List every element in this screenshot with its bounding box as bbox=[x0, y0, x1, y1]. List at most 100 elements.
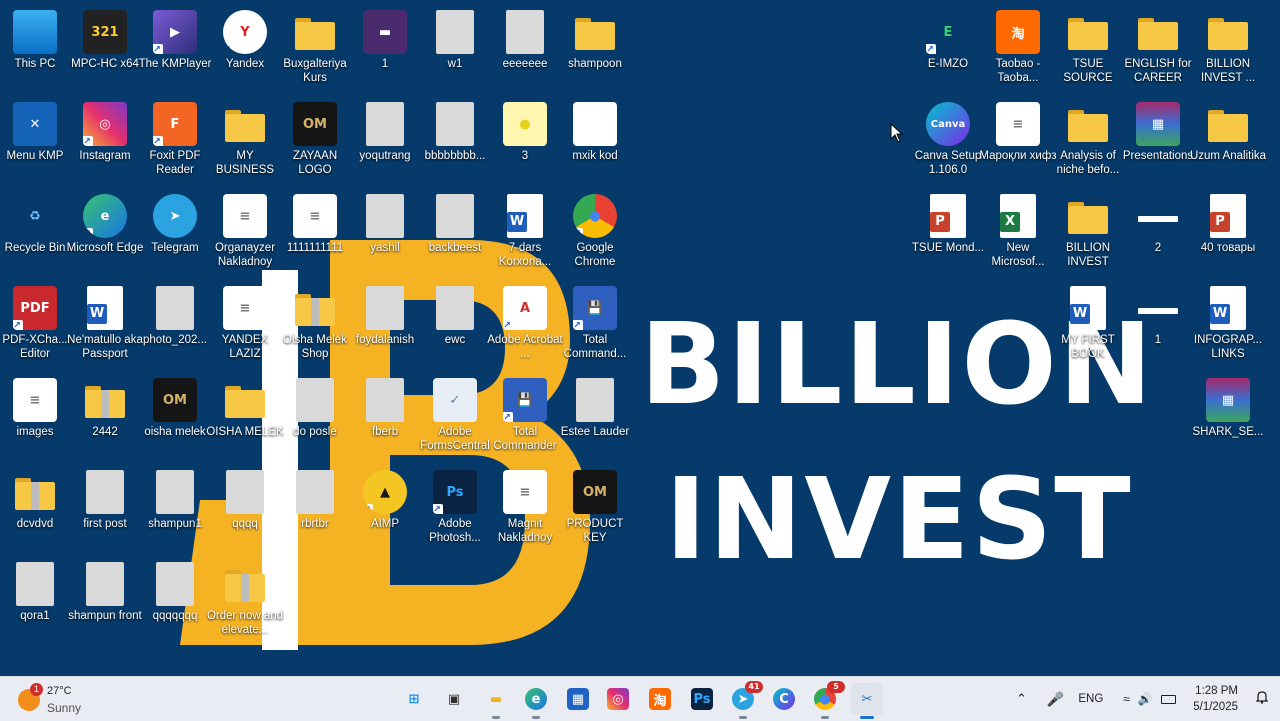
folder-icon bbox=[1206, 102, 1250, 146]
desktop-icon-total-command[interactable]: 💾 ↗ Total Command... bbox=[560, 280, 630, 372]
wifi-icon[interactable]: ≈ bbox=[1123, 692, 1130, 706]
desktop-icon-total-commander[interactable]: 💾 ↗ Total Commander bbox=[490, 372, 560, 464]
desktop-icon-magnit-nakladnoy[interactable]: ≡ Magnit Nakladnoy bbox=[490, 464, 560, 556]
desktop-icon-1111111111[interactable]: ≡ 1111111111 bbox=[280, 188, 350, 280]
desktop-icon-organayzer-nakladnoy[interactable]: ≡ Organayzer Nakladnoy bbox=[210, 188, 280, 280]
desktop-icon-this-pc[interactable]: This PC bbox=[0, 4, 70, 96]
desktop-icon-qqqq[interactable]: qqqq bbox=[210, 464, 280, 556]
desktop-icon-uzum-analitika[interactable]: Uzum Analitika bbox=[1190, 96, 1266, 188]
desktop-icon-eeeeeee[interactable]: eeeeeee bbox=[490, 4, 560, 96]
volume-icon[interactable]: 🔊 bbox=[1138, 692, 1153, 706]
taskbar-start[interactable]: ⊞ bbox=[398, 683, 430, 715]
desktop-icon-buxgalteriya-kurs[interactable]: Buxgalteriya Kurs bbox=[280, 4, 350, 96]
desktop-icon-shark-se[interactable]: ▦ SHARK_SE... bbox=[1193, 372, 1263, 464]
desktop-icon-new-microsof[interactable]: New Microsof... bbox=[983, 188, 1053, 280]
desktop-icon-qqqqqqq[interactable]: qqqqqqq bbox=[140, 556, 210, 648]
desktop-icon-photo-202[interactable]: photo_202... bbox=[140, 280, 210, 372]
desktop-icon-images[interactable]: ≡ images bbox=[0, 372, 70, 464]
taskbar-snipping-tool[interactable]: ✂ bbox=[851, 683, 883, 719]
desktop-icon-estee-lauder[interactable]: Estee Lauder bbox=[560, 372, 630, 464]
desktop-icon-oisha-melek[interactable]: OISHA MELEK bbox=[206, 372, 284, 464]
desktop-icon-my-first-book[interactable]: MY FIRST BOOK bbox=[1053, 280, 1123, 372]
desktop-icon-oisha-melek[interactable]: OM oisha melek bbox=[140, 372, 210, 464]
desktop-icon-zayaan-logo[interactable]: OM ZAYAAN LOGO bbox=[280, 96, 350, 188]
taskbar-chrome[interactable]: ● 5 bbox=[809, 681, 845, 719]
taskbar-taobao[interactable]: 淘 bbox=[644, 683, 676, 715]
desktop-icon-oisha-melek-shop[interactable]: Oisha Melek Shop bbox=[280, 280, 350, 372]
desktop-icon-dcvdvd[interactable]: dcvdvd bbox=[0, 464, 70, 556]
taskbar-telegram[interactable]: ➤ 41 bbox=[727, 681, 763, 719]
notification-bell-icon[interactable] bbox=[1255, 690, 1269, 704]
desktop-icon-infograp-links[interactable]: INFOGRAP... LINKS bbox=[1193, 280, 1263, 372]
desktop-icon-telegram[interactable]: ➤ Telegram bbox=[140, 188, 210, 280]
desktop-icon-foxit-pdf-reader[interactable]: F ↗ Foxit PDF Reader bbox=[140, 96, 210, 188]
desktop-icon-rbrtbr[interactable]: rbrtbr bbox=[280, 464, 350, 556]
desktop-icon-w1[interactable]: w1 bbox=[420, 4, 490, 96]
taskbar-canva[interactable]: C bbox=[768, 683, 800, 715]
desktop-icon-do-posle[interactable]: do posle bbox=[280, 372, 350, 464]
desktop-icon-adobe-acrobat[interactable]: A ↗ Adobe Acrobat ... bbox=[487, 280, 563, 372]
desktop-icon-yoqutrang[interactable]: yoqutrang bbox=[350, 96, 420, 188]
desktop-icon-shampun-front[interactable]: shampun front bbox=[68, 556, 142, 648]
desktop-icon-english-for-career[interactable]: ENGLISH for CAREER bbox=[1123, 4, 1193, 96]
desktop-icon-shampun1[interactable]: shampun1 bbox=[140, 464, 210, 556]
taskbar-instagram[interactable]: ◎ bbox=[602, 683, 634, 715]
desktop-icon-bbbbbbbb[interactable]: bbbbbbbb... bbox=[420, 96, 490, 188]
desktop-icon-taobao-taoba[interactable]: 淘 Taobao - Taoba... bbox=[983, 4, 1053, 96]
desktop-icon-tsue-source[interactable]: TSUE SOURCE bbox=[1053, 4, 1123, 96]
taskbar-task-view[interactable]: ▣ bbox=[438, 683, 470, 715]
desktop-icon-order-now-and-elevate[interactable]: Order now and elevate... bbox=[207, 556, 283, 648]
weather-widget[interactable]: 1 27°C Sunny bbox=[16, 681, 136, 717]
desktop-icon-qora1[interactable]: qora1 bbox=[0, 556, 70, 648]
desktop-icon-google-chrome[interactable]: ● ↗ Google Chrome bbox=[560, 188, 630, 280]
desktop-icon-menu-kmp[interactable]: ✕ Menu KMP bbox=[0, 96, 70, 188]
desktop-icon-yashil[interactable]: yashil bbox=[350, 188, 420, 280]
desktop-icon-the-kmplayer[interactable]: ▶ ↗ The KMPlayer bbox=[139, 4, 211, 96]
desktop-icon-backbeest[interactable]: backbeest bbox=[420, 188, 490, 280]
language-indicator[interactable]: ENG bbox=[1078, 693, 1103, 705]
desktop-icon-my-business[interactable]: MY BUSINESS bbox=[210, 96, 280, 188]
clock[interactable]: 1:28 PM 5/1/2025 bbox=[1193, 683, 1238, 715]
desktop-icon-adobe-formscentral[interactable]: ✓ Adobe FormsCentral bbox=[420, 372, 490, 464]
desktop-icon-40-товары[interactable]: 40 товары bbox=[1193, 188, 1263, 280]
desktop-icon-pdf-xcha-editor[interactable]: PDF ↗ PDF-XCha... Editor bbox=[0, 280, 70, 372]
winrar-icon: ▦ bbox=[1206, 378, 1250, 422]
desktop-icon-instagram[interactable]: ◎ ↗ Instagram bbox=[70, 96, 140, 188]
desktop-icon-microsoft-edge[interactable]: e ↗ Microsoft Edge bbox=[67, 188, 143, 280]
desktop-icon-tsue-mond[interactable]: TSUE Mond... bbox=[912, 188, 984, 280]
desktop-icon-analysis-of-niche-befo[interactable]: Analysis of niche befo... bbox=[1053, 96, 1123, 188]
desktop-icon-aimp[interactable]: ▲ ↗ AIMP bbox=[350, 464, 420, 556]
desktop-icon-mxik-kod[interactable]: mxik kod bbox=[560, 96, 630, 188]
desktop-icon-маро-ли-хифз[interactable]: ≡ Мароқли хифз bbox=[979, 96, 1057, 188]
desktop-icon-product-key[interactable]: OM PRODUCT KEY bbox=[560, 464, 630, 556]
desktop-icon-shampoon[interactable]: shampoon bbox=[560, 4, 630, 96]
desktop-icon-adobe-photosh[interactable]: Ps ↗ Adobe Photosh... bbox=[420, 464, 490, 556]
taskbar-photoshop[interactable]: Ps bbox=[686, 683, 718, 715]
desktop-icon-1[interactable]: ▬ 1 bbox=[350, 4, 420, 96]
desktop-icon-canva-setup-1-106-0[interactable]: Canva Canva Setup 1.106.0 bbox=[913, 96, 983, 188]
chevron-up-icon[interactable]: ⌃ bbox=[1016, 691, 1027, 707]
desktop-icon-yandex-laziz[interactable]: ≡ YANDEX LAZIZ bbox=[210, 280, 280, 372]
desktop-icon-mpc-hc-x64[interactable]: 321 MPC-HC x64 bbox=[70, 4, 140, 96]
desktop-icon-fberb[interactable]: fberb bbox=[350, 372, 420, 464]
battery-icon[interactable] bbox=[1160, 694, 1176, 704]
taskbar-microsoft-store[interactable]: ▦ bbox=[562, 683, 594, 715]
desktop-icon-yandex[interactable]: Y ↗ Yandex bbox=[210, 4, 280, 96]
desktop-icon-foydalanish[interactable]: foydalanish bbox=[350, 280, 420, 372]
desktop-icon-ne-matullo-aka-passport[interactable]: Ne'matullo aka Passport bbox=[67, 280, 143, 372]
desktop-icon-recycle-bin[interactable]: ♻ Recycle Bin bbox=[0, 188, 70, 280]
desktop-icon-7-dars-korxona[interactable]: 7-dars Korxona... bbox=[490, 188, 560, 280]
taskbar-microsoft-edge[interactable]: e bbox=[520, 683, 552, 719]
taskbar-file-explorer[interactable]: ▬ bbox=[480, 683, 512, 719]
desktop-icon-presentations[interactable]: ▦ Presentations bbox=[1123, 96, 1193, 188]
desktop-icon-2442[interactable]: 2442 bbox=[70, 372, 140, 464]
desktop-icon-e-imzo[interactable]: E ↗ E-IMZO bbox=[913, 4, 983, 96]
desktop-icon-billion-invest[interactable]: BILLION INVEST ... bbox=[1193, 4, 1263, 96]
desktop-icon-3[interactable]: ● 3 bbox=[490, 96, 560, 188]
desktop-icon-2[interactable]: 2 bbox=[1123, 188, 1193, 280]
desktop-icon-1[interactable]: 1 bbox=[1123, 280, 1193, 372]
desktop-icon-ewc[interactable]: ewc bbox=[420, 280, 490, 372]
desktop-icon-billion-invest[interactable]: BILLION INVEST bbox=[1053, 188, 1123, 280]
desktop-icon-first-post[interactable]: first post bbox=[70, 464, 140, 556]
microphone-icon[interactable]: 🎤 bbox=[1047, 691, 1064, 708]
